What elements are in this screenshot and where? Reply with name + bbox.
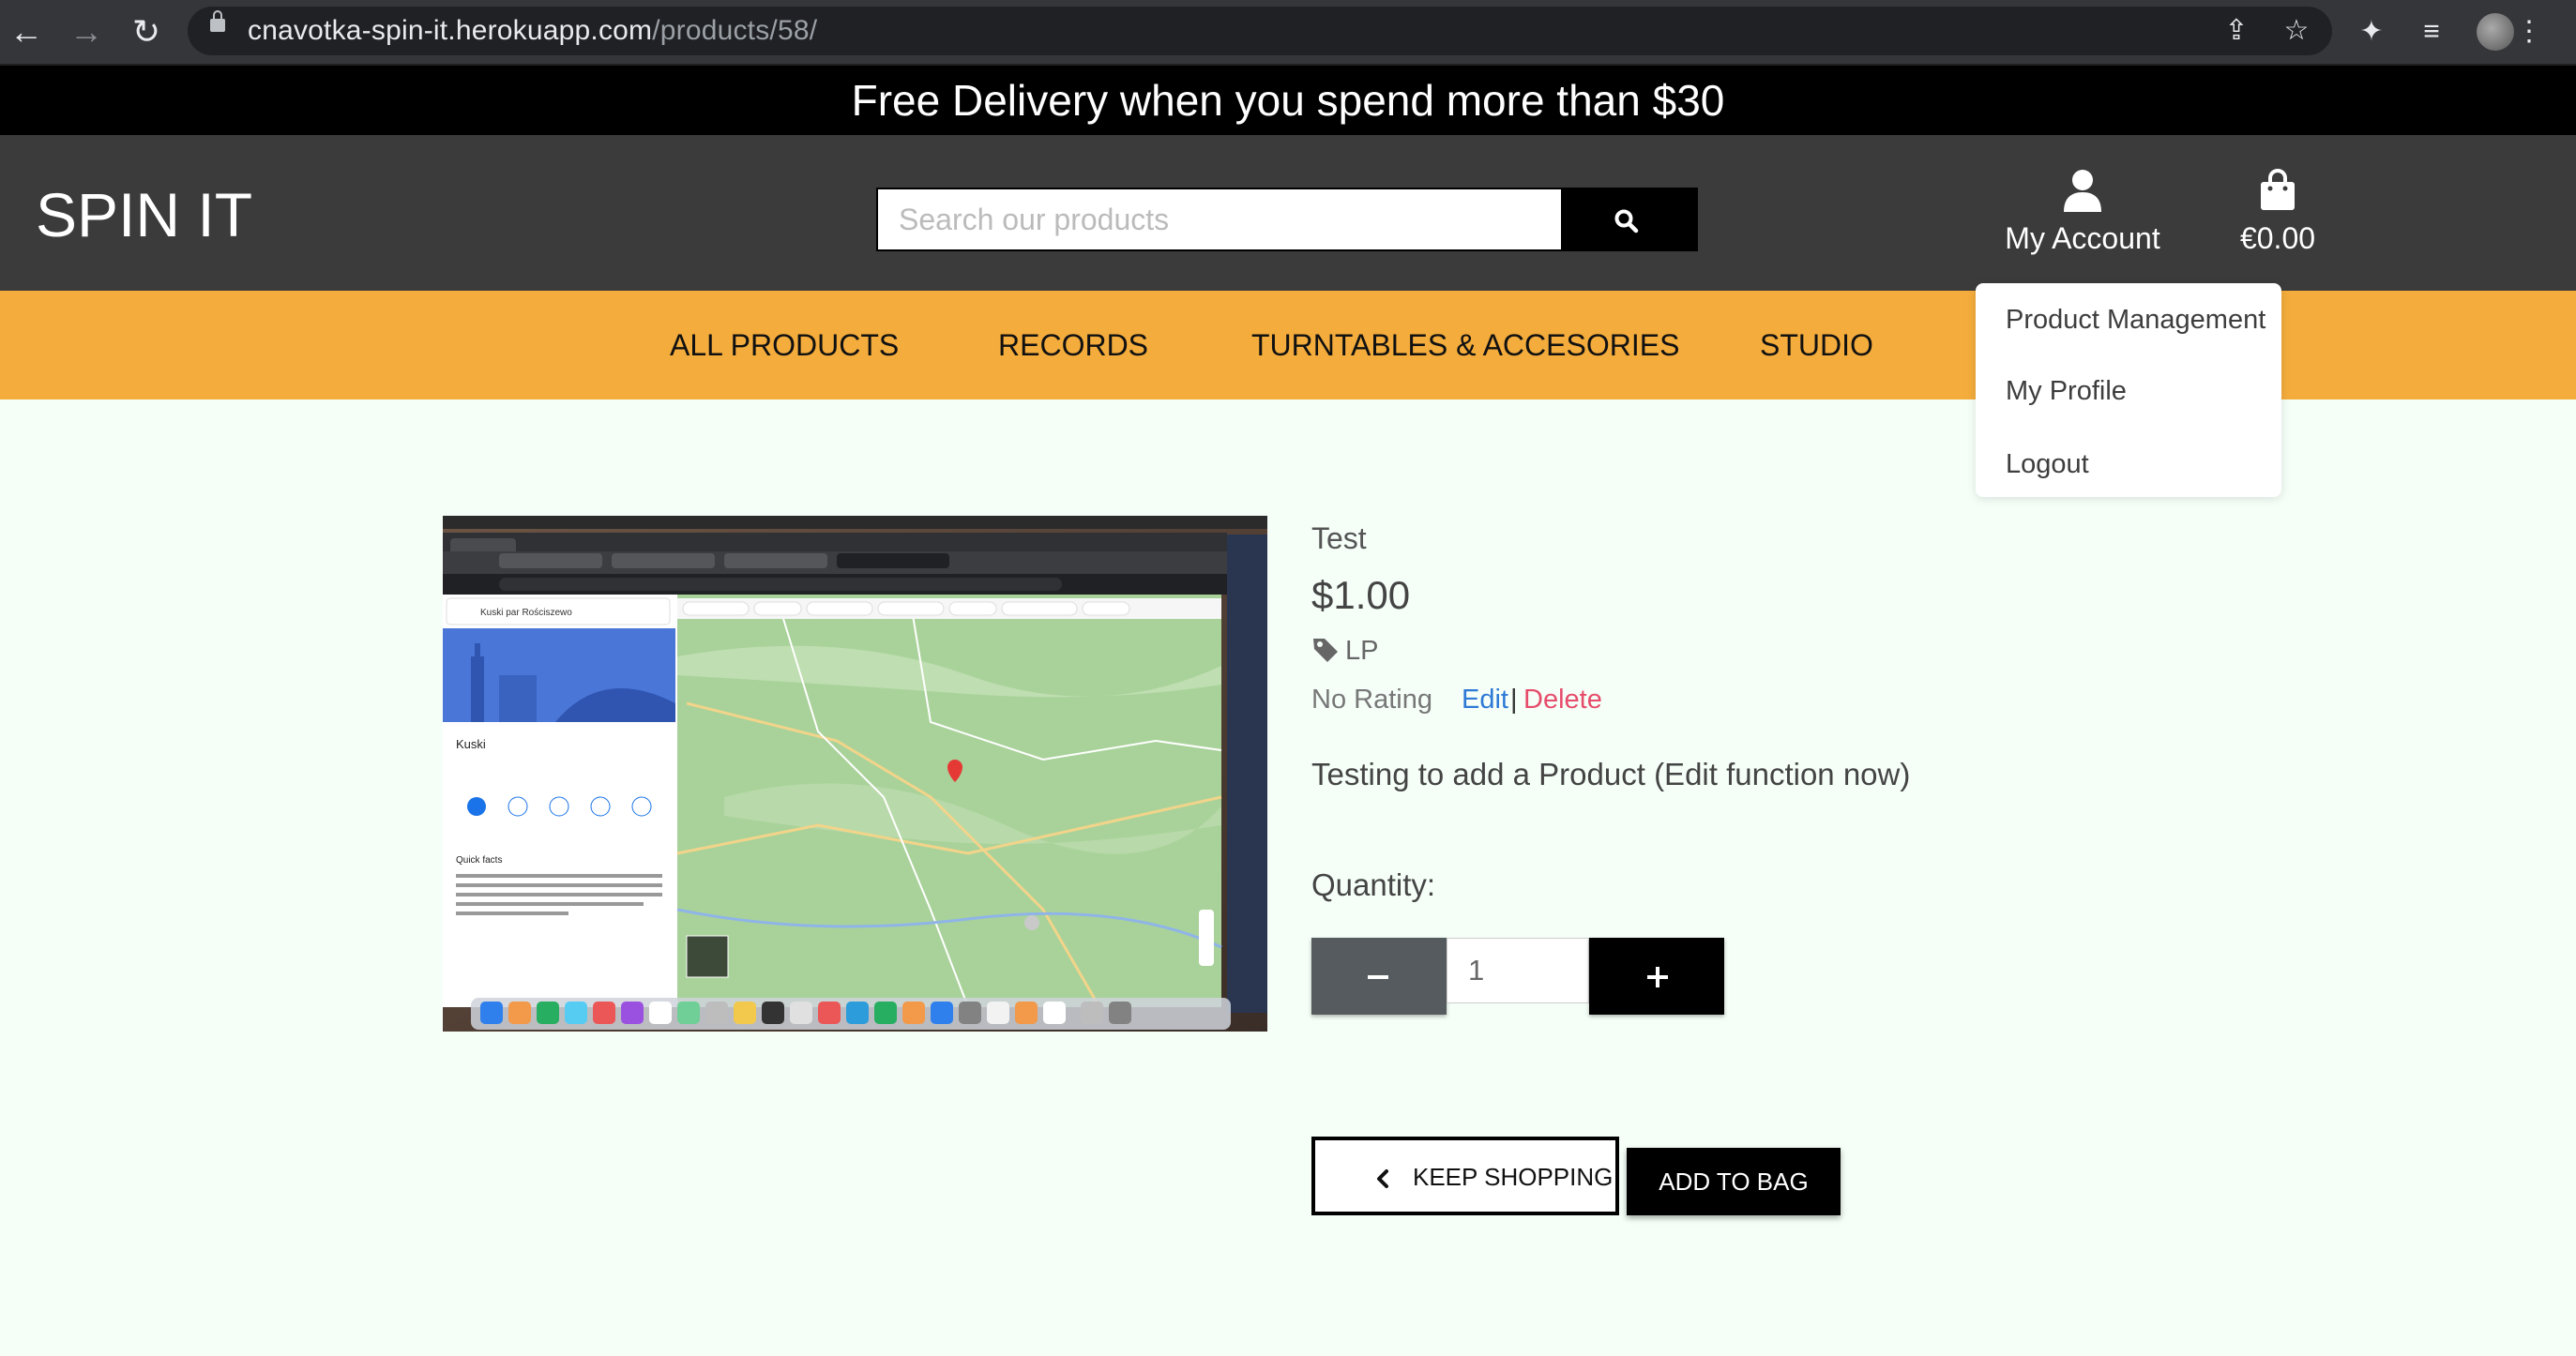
star-icon[interactable]: ☆: [2280, 14, 2313, 48]
screenshot-place-title: Kuski: [456, 737, 486, 751]
extensions-icon[interactable]: ✦: [2353, 13, 2390, 51]
shopping-bag-icon: [2261, 169, 2295, 210]
forward-icon[interactable]: →: [66, 11, 107, 53]
link-separator: |: [1510, 685, 1518, 715]
search-icon: [1614, 209, 1639, 234]
shopping-bag-link[interactable]: €0.00: [2231, 169, 2325, 272]
minus-icon: [1368, 975, 1388, 979]
quantity-input[interactable]: [1447, 938, 1589, 1003]
my-account-link[interactable]: My Account: [1994, 169, 2171, 272]
url-text[interactable]: cnavotka-spin-it.herokuapp.com/products/…: [248, 16, 817, 46]
reload-icon[interactable]: ↻: [126, 11, 167, 53]
nav-all-products[interactable]: ALL PRODUCTS: [670, 328, 899, 362]
product-image-graphic: Kuski par Rościszewo Kuski Quick facts: [443, 516, 1267, 1032]
address-bar[interactable]: cnavotka-spin-it.herokuapp.com/products/…: [188, 7, 2332, 55]
share-icon[interactable]: ⇪: [2220, 14, 2253, 48]
menu-logout[interactable]: Logout: [2006, 448, 2089, 480]
product-description: Testing to add a Product (Edit function …: [1311, 757, 1911, 791]
reading-list-icon[interactable]: ≡: [2413, 13, 2450, 51]
product-image: Kuski par Rościszewo Kuski Quick facts: [443, 516, 1267, 1032]
search-input[interactable]: [876, 188, 1563, 251]
menu-icon[interactable]: ⋮: [2510, 13, 2548, 51]
edit-product-link[interactable]: Edit: [1462, 683, 1508, 716]
product-name: Test: [1311, 521, 1367, 555]
nav-turntables-accessories[interactable]: TURNTABLES & ACCESORIES: [1251, 328, 1679, 362]
account-dropdown-menu: Product Management My Profile Logout: [1976, 283, 2281, 497]
menu-my-profile[interactable]: My Profile: [2006, 375, 2127, 407]
screenshot-search-text: Kuski par Rościszewo: [480, 608, 572, 618]
lock-icon: [210, 10, 225, 32]
product-price: $1.00: [1311, 573, 1411, 617]
delete-product-link[interactable]: Delete: [1523, 683, 1602, 716]
site-logo[interactable]: SPIN IT: [36, 184, 252, 246]
tag-icon: [1313, 639, 1338, 662]
search-form: [876, 188, 1698, 251]
add-to-bag-button[interactable]: ADD TO BAG: [1627, 1148, 1841, 1215]
keep-shopping-label: KEEP SHOPPING: [1413, 1163, 1614, 1191]
nav-records[interactable]: RECORDS: [998, 328, 1148, 362]
user-icon: [2064, 170, 2101, 212]
delivery-banner: Free Delivery when you spend more than $…: [0, 66, 2576, 135]
quantity-label: Quantity:: [1311, 867, 1436, 902]
profile-avatar[interactable]: [2477, 13, 2514, 51]
menu-product-management[interactable]: Product Management: [2006, 304, 2265, 336]
browser-toolbar: ← → ↻ cnavotka-spin-it.herokuapp.com/pro…: [0, 0, 2576, 66]
search-button[interactable]: [1563, 188, 1698, 251]
bag-total: €0.00: [2239, 221, 2316, 255]
chevron-left-icon: [1377, 1169, 1388, 1188]
decrement-quantity-button[interactable]: [1311, 938, 1447, 1015]
increment-quantity-button[interactable]: [1589, 938, 1724, 1015]
product-rating: No Rating: [1311, 685, 1432, 715]
add-to-bag-label: ADD TO BAG: [1659, 1168, 1809, 1196]
site-header: SPIN IT My Account €0.00: [0, 135, 2576, 291]
back-icon[interactable]: ←: [6, 11, 47, 53]
url-path: /products/58/: [652, 15, 818, 46]
keep-shopping-button[interactable]: KEEP SHOPPING: [1311, 1137, 1619, 1215]
screenshot-quick-facts: Quick facts: [456, 855, 502, 866]
nav-studio[interactable]: STUDIO: [1760, 328, 1873, 362]
category-label: LP: [1345, 636, 1379, 666]
my-account-label: My Account: [2005, 221, 2160, 255]
url-host: cnavotka-spin-it.herokuapp.com: [248, 15, 653, 46]
